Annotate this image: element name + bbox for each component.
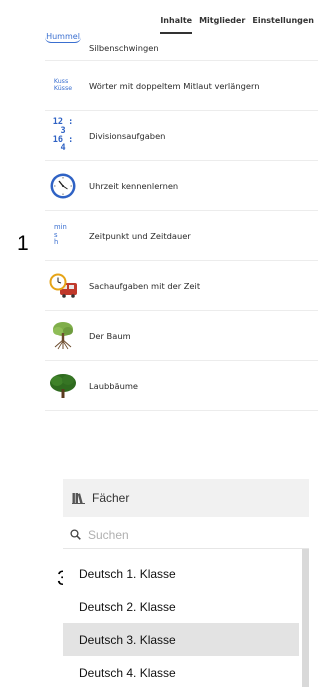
content-item-label: Silbenschwingen — [89, 43, 159, 53]
hummel-icon-text: Hummel — [45, 32, 81, 43]
faecher-title: Fächer — [92, 491, 130, 505]
content-item-label: Divisionsaufgaben — [89, 130, 166, 141]
class-item-deutsch-1[interactable]: Deutsch 1. Klasse — [63, 557, 299, 590]
class-item-deutsch-2[interactable]: Deutsch 2. Klasse — [63, 590, 299, 623]
content-item-laubbaeume[interactable]: Laubbäume — [45, 361, 318, 411]
content-item-label: Wörter mit doppeltem Mitlaut verlängern — [89, 80, 260, 91]
course-content-panel: Inhalte Mitglieder Einstellungen Hummel … — [45, 14, 318, 432]
faecher-header[interactable]: Fächer — [63, 479, 309, 517]
time-icon-text-3: h — [54, 238, 59, 247]
division-icon-text-2: 16 : 4 — [52, 134, 74, 154]
content-item-label: Der Baum — [89, 330, 131, 341]
division-icon-text-1: 12 : 3 — [52, 116, 74, 136]
scrollbar[interactable] — [302, 549, 309, 687]
deciduous-tree-icon — [48, 371, 78, 401]
time-units-icon: min s h — [48, 221, 78, 251]
content-item-silbenschwingen[interactable]: Hummel Silbenschwingen — [45, 27, 318, 61]
content-item-label: Sachaufgaben mit der Zeit — [89, 280, 201, 291]
content-item-zeitpunkt-zeitdauer[interactable]: min s h Zeitpunkt und Zeitdauer — [45, 211, 318, 261]
hummel-icon: Hummel — [45, 23, 81, 53]
search-icon — [70, 525, 81, 544]
library-books-icon — [72, 489, 85, 508]
content-list: Hummel Silbenschwingen Kuss Küsse Wörter… — [45, 27, 318, 411]
clock-icon — [48, 171, 78, 201]
content-item-label: Uhrzeit kennenlernen — [89, 180, 179, 191]
content-item-sachaufgaben[interactable]: Sachaufgaben mit der Zeit — [45, 261, 318, 311]
clock-train-icon — [48, 271, 78, 301]
callout-number-1: 1 — [17, 232, 29, 255]
content-item-divisionsaufgaben[interactable]: 12 : 3 16 : 4 Divisionsaufgaben — [45, 111, 318, 161]
faecher-search — [63, 521, 309, 549]
tree-roots-icon — [48, 321, 78, 351]
content-item-der-baum[interactable]: Der Baum — [45, 311, 318, 361]
faecher-panel: Fächer Deutsch 1. Klasse Deutsch 2. Klas… — [63, 479, 309, 687]
kuss-icon-text-2: Küsse — [53, 84, 73, 92]
class-item-deutsch-4[interactable]: Deutsch 4. Klasse — [63, 656, 299, 687]
content-item-uhrzeit[interactable]: Uhrzeit kennenlernen — [45, 161, 318, 211]
content-item-label: Laubbäume — [89, 380, 139, 391]
search-input[interactable] — [88, 527, 288, 542]
class-item-deutsch-3[interactable]: Deutsch 3. Klasse — [63, 623, 299, 656]
kuss-kuesse-icon: Kuss Küsse — [48, 71, 78, 101]
content-item-doppelter-mitlaut[interactable]: Kuss Küsse Wörter mit doppeltem Mitlaut … — [45, 61, 318, 111]
class-list: Deutsch 1. Klasse Deutsch 2. Klasse Deut… — [63, 557, 299, 687]
content-item-label: Zeitpunkt und Zeitdauer — [89, 230, 191, 241]
division-icon: 12 : 3 16 : 4 — [48, 116, 78, 154]
